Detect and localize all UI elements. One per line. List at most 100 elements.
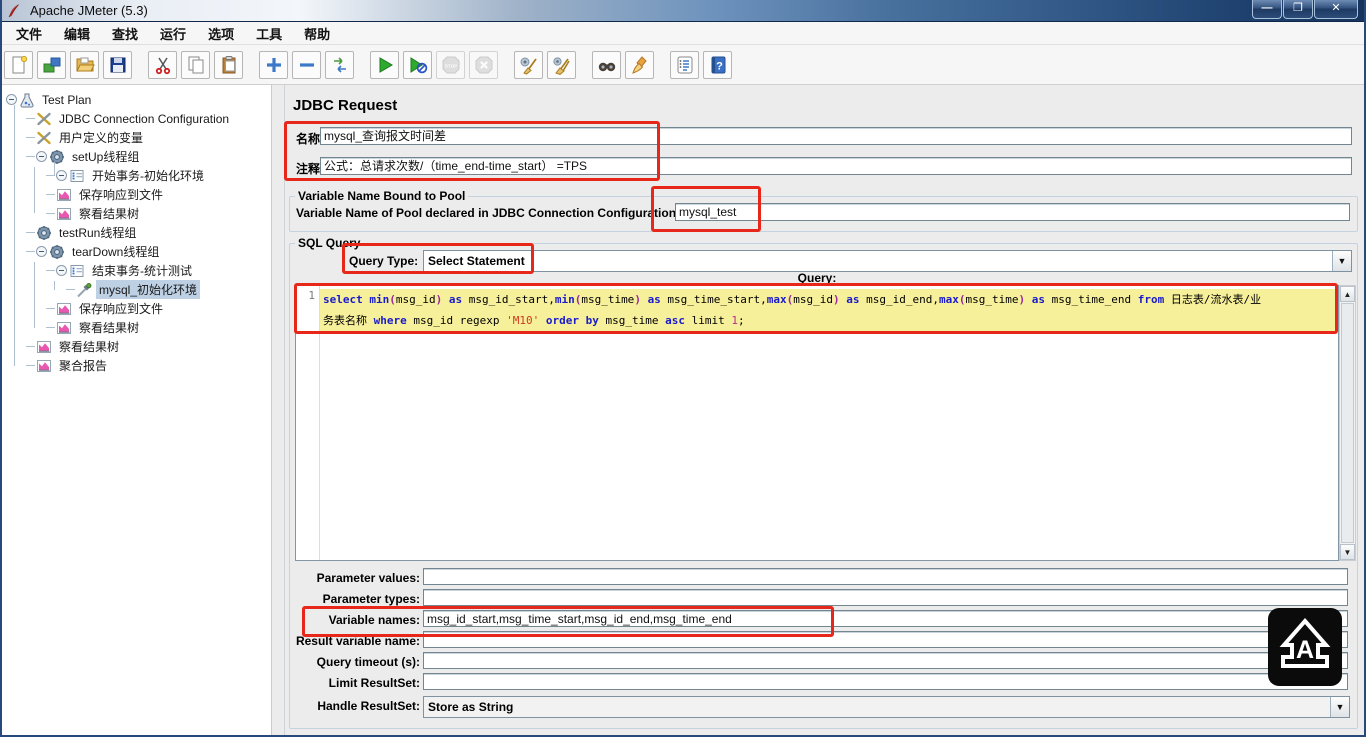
open-file-button[interactable] — [70, 50, 99, 79]
query-timeout-input[interactable] — [423, 652, 1348, 669]
search-icon — [598, 62, 615, 71]
search-button[interactable] — [592, 50, 621, 79]
close-button[interactable]: ✕ — [1314, 0, 1358, 19]
watermark-logo: A — [1268, 608, 1342, 686]
query-label: Query: — [797, 271, 837, 285]
name-input[interactable]: mysql_查询报文时间差 — [320, 127, 1352, 145]
comment-input[interactable]: 公式：总请求次数/（time_end-time_start） =TPS — [320, 157, 1352, 175]
restore-button[interactable]: ❐ — [1283, 0, 1313, 19]
tree-guide-line — [34, 167, 35, 213]
templates-button[interactable] — [37, 50, 66, 79]
start-no-pauses-button[interactable] — [403, 50, 432, 79]
parameter-values-input[interactable] — [423, 568, 1348, 585]
collapse-handle-icon[interactable] — [36, 246, 47, 257]
clear-all-icon — [552, 56, 570, 75]
chevron-down-icon[interactable]: ▼ — [1330, 697, 1349, 717]
collapse-handle-icon[interactable] — [56, 170, 67, 181]
tree-item-label: mysql_初始化环境 — [96, 280, 201, 299]
tree-item[interactable]: tearDown线程组 — [0, 242, 271, 261]
tree-connector — [26, 156, 35, 157]
tree-connector — [46, 308, 55, 309]
collapse-handle-icon[interactable] — [36, 151, 47, 162]
tree-item-label: Test Plan — [42, 92, 92, 107]
menu-item[interactable]: 运行 — [152, 22, 194, 45]
tree-connector — [26, 365, 35, 366]
tree-item[interactable]: mysql_初始化环境 — [0, 280, 271, 299]
search-reset-button[interactable] — [625, 50, 654, 79]
function-helper-icon — [677, 56, 692, 73]
tree-item-label: 察看结果树 — [79, 321, 140, 335]
handle-resultset-value: Store as String — [428, 700, 514, 714]
variable-names-input[interactable]: msg_id_start,msg_time_start,msg_id_end,m… — [423, 610, 1348, 627]
copy-button[interactable] — [181, 50, 210, 79]
query-timeout-label: Query timeout (s): — [316, 655, 420, 669]
threadgroup-icon — [36, 225, 52, 241]
split-pane-divider[interactable] — [272, 85, 285, 735]
scroll-up-icon[interactable]: ▲ — [1340, 286, 1355, 302]
tree-item[interactable]: Test Plan — [0, 90, 271, 109]
tree-item[interactable]: 保存响应到文件 — [0, 299, 271, 318]
scrollbar-thumb[interactable] — [1341, 303, 1354, 543]
tree-item[interactable]: 聚合报告 — [0, 356, 271, 375]
page-title: JDBC Request — [293, 97, 398, 114]
pool-name-input[interactable]: mysql_test — [675, 203, 1350, 221]
save-file-button[interactable] — [103, 50, 132, 79]
menu-item[interactable]: 帮助 — [296, 22, 338, 45]
listener-icon — [36, 339, 52, 355]
tree-item-label: tearDown线程组 — [72, 245, 160, 259]
tree-item[interactable]: 用户定义的变量 — [0, 128, 271, 147]
scroll-down-icon[interactable]: ▼ — [1340, 544, 1355, 560]
query-type-combo[interactable]: Select Statement ▼ — [423, 250, 1352, 272]
title-bar: Apache JMeter (5.3) — ❐ ✕ — [0, 0, 1366, 22]
function-helper-button[interactable] — [670, 50, 699, 79]
config-icon — [36, 111, 52, 127]
add-button[interactable] — [259, 50, 288, 79]
sql-query-editor[interactable]: 1 select min(msg_id) as msg_id_start,min… — [295, 285, 1339, 561]
tree-item[interactable]: testRun线程组 — [0, 223, 271, 242]
remove-button[interactable] — [292, 50, 321, 79]
sql-code-line: 务表名称 where msg_id regexp 'M10' order by … — [320, 310, 1338, 331]
line-number-gutter: 1 — [296, 286, 320, 560]
tree-item[interactable]: 察看结果树 — [0, 337, 271, 356]
parameter-types-input[interactable] — [423, 589, 1348, 606]
menu-item[interactable]: 编辑 — [56, 22, 98, 45]
tree-item[interactable]: 察看结果树 — [0, 318, 271, 337]
menu-item[interactable]: 查找 — [104, 22, 146, 45]
testplan-icon — [19, 92, 35, 108]
menu-item[interactable]: 工具 — [248, 22, 290, 45]
cut-button[interactable] — [148, 50, 177, 79]
result-variable-name-input[interactable] — [423, 631, 1348, 648]
tree-connector — [46, 175, 55, 176]
test-plan-tree: Test Plan JDBC Connection Configuration 用户… — [0, 85, 272, 735]
new-file-button[interactable] — [4, 50, 33, 79]
tree-connector — [46, 213, 55, 214]
listener-icon — [56, 187, 72, 203]
tree-item[interactable]: JDBC Connection Configuration — [0, 109, 271, 128]
start-button[interactable] — [370, 50, 399, 79]
handle-resultset-combo[interactable]: Store as String ▼ — [423, 696, 1350, 718]
clear-icon — [520, 57, 537, 75]
remove-icon — [299, 62, 314, 67]
sql-group-title: SQL Query — [295, 236, 364, 250]
minimize-button[interactable]: — — [1252, 0, 1282, 19]
tree-item[interactable]: 察看结果树 — [0, 204, 271, 223]
parameter-types-label: Parameter types: — [322, 592, 420, 606]
editor-scrollbar[interactable]: ▲ ▼ — [1339, 285, 1356, 561]
collapse-handle-icon[interactable] — [56, 265, 67, 276]
pool-group-title: Variable Name Bound to Pool — [295, 189, 469, 203]
jdbc-request-panel: JDBC Request 名称: mysql_查询报文时间差 注释: 公式：总请… — [285, 85, 1365, 735]
clear-all-button[interactable] — [547, 50, 576, 79]
chevron-down-icon[interactable]: ▼ — [1332, 251, 1351, 271]
clear-button[interactable] — [514, 50, 543, 79]
menu-item[interactable]: 文件 — [8, 22, 50, 45]
menu-item[interactable]: 选项 — [200, 22, 242, 45]
collapse-handle-icon[interactable] — [6, 94, 17, 105]
paste-button[interactable] — [214, 50, 243, 79]
tree-item[interactable]: setUp线程组 — [0, 147, 271, 166]
help-button[interactable]: ? — [703, 50, 732, 79]
toggle-button[interactable] — [325, 50, 354, 79]
tree-item[interactable]: 结束事务-统计测试 — [0, 261, 271, 280]
limit-resultset-input[interactable] — [423, 673, 1348, 690]
tree-item[interactable]: 开始事务-初始化环境 — [0, 166, 271, 185]
tree-item[interactable]: 保存响应到文件 — [0, 185, 271, 204]
